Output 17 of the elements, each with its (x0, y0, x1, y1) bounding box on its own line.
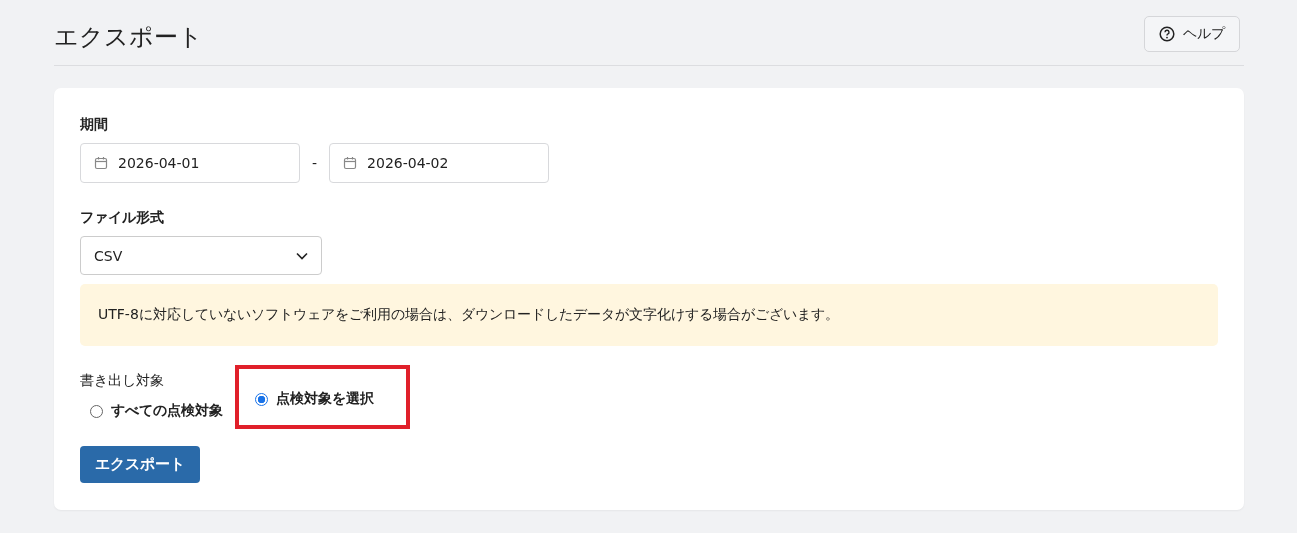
page-title: エクスポート (54, 21, 203, 53)
notice-text: UTF-8に対応していないソフトウェアをご利用の場合は、ダウンロードしたデータが文字化けする場合がございます。 (80, 284, 1218, 346)
radio-option[interactable]: すべての点検対象 (80, 390, 235, 432)
date-field[interactable]: 2026-04-02 (329, 143, 550, 183)
date-field[interactable]: 2026-04-01 (80, 143, 300, 183)
calendar-icon (94, 156, 108, 170)
field-label: 書き出し対象 (80, 372, 164, 390)
export-button[interactable]: エクスポート (80, 446, 200, 483)
help-button[interactable]: ヘルプ (1144, 16, 1240, 52)
field-label: ファイル形式 (80, 209, 164, 227)
radio-option[interactable]: 点検対象を選択 (235, 365, 410, 429)
calendar-icon (343, 156, 358, 170)
field-label: 期間 (80, 116, 108, 134)
chevron-down-icon (296, 251, 308, 260)
help-icon (1159, 26, 1175, 42)
format-dropdown[interactable]: CSV (80, 236, 322, 275)
range-separator: - (312, 155, 318, 171)
